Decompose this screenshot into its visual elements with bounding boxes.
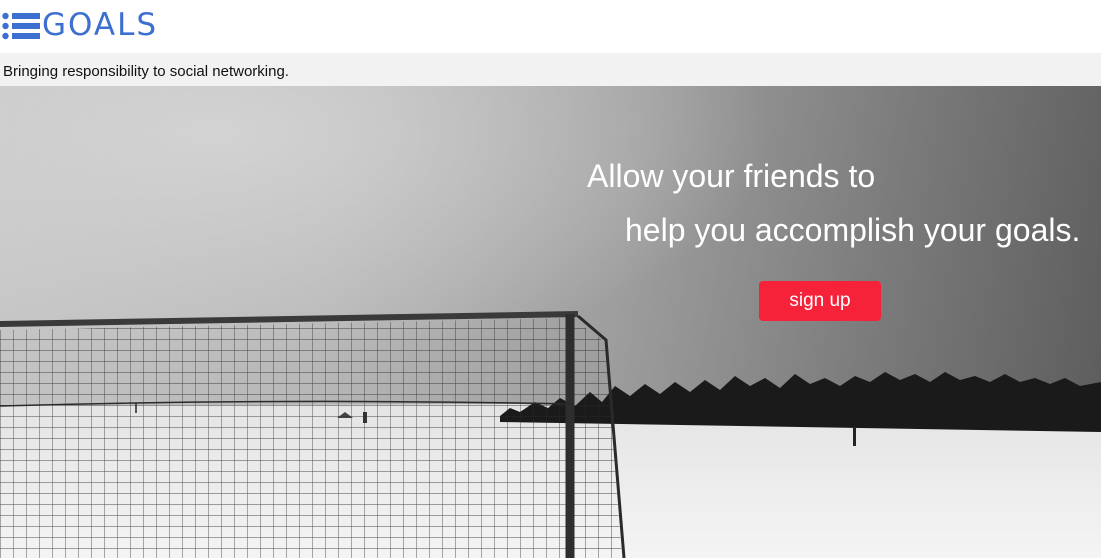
site-header: GOALS bbox=[0, 0, 1101, 53]
hero-headline-line-1: Allow your friends to bbox=[587, 158, 876, 194]
hero-banner: Allow your friends to help you accomplis… bbox=[0, 86, 1101, 558]
sign-up-button[interactable]: sign up bbox=[759, 281, 881, 321]
hero-headline-line-2: help you accomplish your goals. bbox=[625, 212, 1081, 248]
logo-link[interactable]: GOALS bbox=[2, 10, 158, 41]
list-icon bbox=[2, 12, 40, 39]
tagline: Bringing responsibility to social networ… bbox=[3, 63, 289, 80]
hero-background-image bbox=[0, 86, 1101, 558]
logo-text: GOALS bbox=[42, 7, 159, 43]
tagline-bar: Bringing responsibility to social networ… bbox=[0, 53, 1101, 86]
